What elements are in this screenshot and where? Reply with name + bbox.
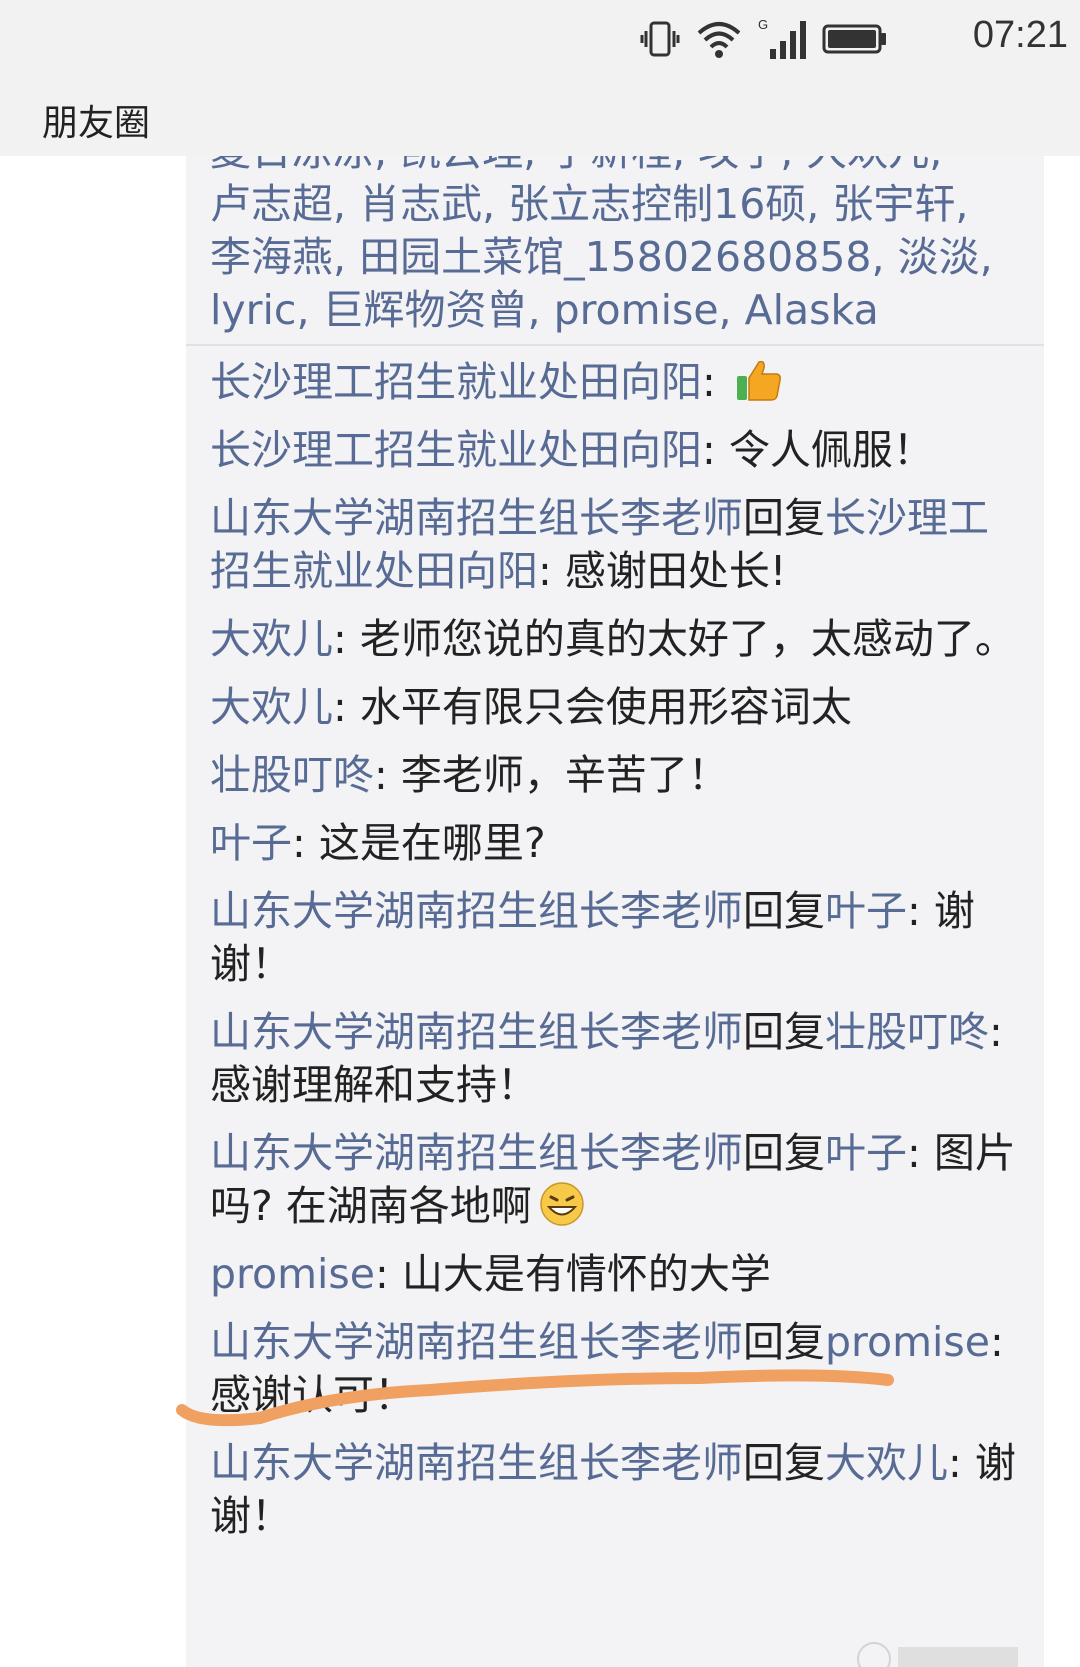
commenter-name[interactable]: promise	[210, 1250, 375, 1298]
likes-names[interactable]: 卢志超, 肖志武, 张立志控制16硕, 张宇轩, 李海燕, 田园土菜馆_1580…	[210, 178, 1020, 337]
commenter-name[interactable]: 山东大学湖南招生组长李老师	[210, 494, 743, 542]
separator: :	[702, 358, 729, 406]
comment-item[interactable]: 山东大学湖南招生组长李老师回复长沙理工招生就业处田向阳: 感谢田处长!	[210, 492, 1020, 598]
separator: :	[989, 1318, 1004, 1366]
commenter-name[interactable]: 山东大学湖南招生组长李老师	[210, 1129, 743, 1177]
comment-text: 老师您说的真的太好了，太感动了。	[359, 615, 1016, 663]
grin-emoji	[540, 1182, 584, 1226]
commenter-name[interactable]: 大欢儿	[210, 683, 333, 731]
commenter-name[interactable]: 山东大学湖南招生组长李老师	[210, 1318, 743, 1366]
commenter-name[interactable]: 长沙理工招生就业处田向阳	[210, 426, 702, 474]
commenter-name[interactable]: 山东大学湖南招生组长李老师	[210, 1008, 743, 1056]
separator: :	[374, 1250, 402, 1298]
reply-target-name[interactable]: 叶子	[825, 887, 907, 935]
commenter-name[interactable]: 长沙理工招生就业处田向阳	[210, 358, 702, 406]
commenter-name[interactable]: 山东大学湖南招生组长李老师	[210, 1439, 743, 1487]
separator: :	[948, 1439, 975, 1487]
separator: :	[333, 683, 360, 731]
reply-word: 回复	[743, 1008, 825, 1056]
status-icons: G	[640, 14, 888, 64]
separator: :	[538, 547, 565, 595]
separator: :	[907, 887, 934, 935]
comment-item[interactable]: 山东大学湖南招生组长李老师回复promise: 感谢认可！	[210, 1316, 1020, 1422]
reply-target-name[interactable]: promise	[825, 1318, 990, 1366]
reply-word: 回复	[743, 1129, 825, 1177]
separator: :	[989, 1008, 1003, 1056]
title-bar: 朋友圈	[0, 80, 1080, 156]
separator: :	[374, 751, 401, 799]
comment-item[interactable]: 大欢儿: 老师您说的真的太好了，太感动了。	[210, 613, 1020, 666]
comment-item[interactable]: 长沙理工招生就业处田向阳:	[210, 356, 1020, 409]
comment-item[interactable]: 叶子: 这是在哪里?	[210, 817, 1020, 870]
commenter-name[interactable]: 壮股叮咚	[210, 751, 374, 799]
battery-icon	[822, 24, 886, 54]
commenter-name[interactable]: 叶子	[210, 819, 292, 867]
commenter-name[interactable]: 山东大学湖南招生组长李老师	[210, 887, 743, 935]
comment-text: 李老师，辛苦了！	[400, 751, 729, 799]
network-type-label: G	[758, 17, 768, 32]
comment-text: 感谢田处长!	[564, 547, 787, 595]
comment-text: 感谢认可！	[210, 1371, 415, 1419]
reply-word: 回复	[743, 1318, 825, 1366]
comment-item[interactable]: 山东大学湖南招生组长李老师回复叶子: 谢谢！	[210, 885, 1020, 991]
comment-text: 山大是有情怀的大学	[401, 1250, 771, 1298]
comment-list: 长沙理工招生就业处田向阳: 长沙理工招生就业处田向阳: 令人佩服！ 山东大学湖南…	[186, 346, 1044, 1543]
clock: 07:21	[972, 14, 1068, 56]
wifi-icon	[697, 22, 741, 58]
likes-list: 夏日凉凉, 凯云理, 于新程, 攻子, 大欢儿, 卢志超, 肖志武, 张立志控制…	[186, 156, 1044, 344]
separator: :	[702, 426, 729, 474]
comment-item[interactable]: 山东大学湖南招生组长李老师回复大欢儿: 谢谢！	[210, 1437, 1020, 1543]
comment-item[interactable]: 长沙理工招生就业处田向阳: 令人佩服！	[210, 424, 1020, 477]
reply-target-name[interactable]: 叶子	[825, 1129, 907, 1177]
comment-text: 这是在哪里?	[318, 819, 546, 867]
separator: :	[333, 615, 360, 663]
comment-item[interactable]: 山东大学湖南招生组长李老师回复叶子: 图片吗? 在湖南各地啊	[210, 1127, 1020, 1233]
commenter-name[interactable]: 大欢儿	[210, 615, 333, 663]
reply-target-name[interactable]: 大欢儿	[825, 1439, 948, 1487]
reply-word: 回复	[743, 887, 825, 935]
comment-text: 水平有限只会使用形容词太	[359, 683, 852, 731]
comment-item[interactable]: 山东大学湖南招生组长李老师回复壮股叮咚: 感谢理解和支持！	[210, 1006, 1020, 1112]
reply-word: 回复	[743, 1439, 825, 1487]
comment-text: 令人佩服！	[728, 426, 934, 474]
comment-panel: 夏日凉凉, 凯云理, 于新程, 攻子, 大欢儿, 卢志超, 肖志武, 张立志控制…	[186, 156, 1044, 1667]
thumbs-up-emoji	[736, 360, 781, 401]
comment-item[interactable]: promise: 山大是有情怀的大学	[210, 1248, 1020, 1301]
vibrate-icon	[640, 21, 680, 57]
reply-target-name[interactable]: 壮股叮咚	[825, 1008, 989, 1056]
watermark-logo	[857, 1642, 1018, 1667]
separator: :	[292, 819, 319, 867]
separator: :	[907, 1129, 934, 1177]
signal-icon: G	[758, 17, 806, 59]
comment-text: 感谢理解和支持！	[210, 1061, 538, 1109]
status-bar: G 07:21	[0, 0, 1080, 80]
reply-word: 回复	[743, 494, 825, 542]
comment-item[interactable]: 大欢儿: 水平有限只会使用形容词太	[210, 681, 1020, 734]
page-title: 朋友圈	[42, 103, 151, 144]
likes-cut-line: 夏日凉凉, 凯云理, 于新程, 攻子, 大欢儿,	[210, 156, 942, 178]
comment-item[interactable]: 壮股叮咚: 李老师，辛苦了！	[210, 749, 1020, 802]
